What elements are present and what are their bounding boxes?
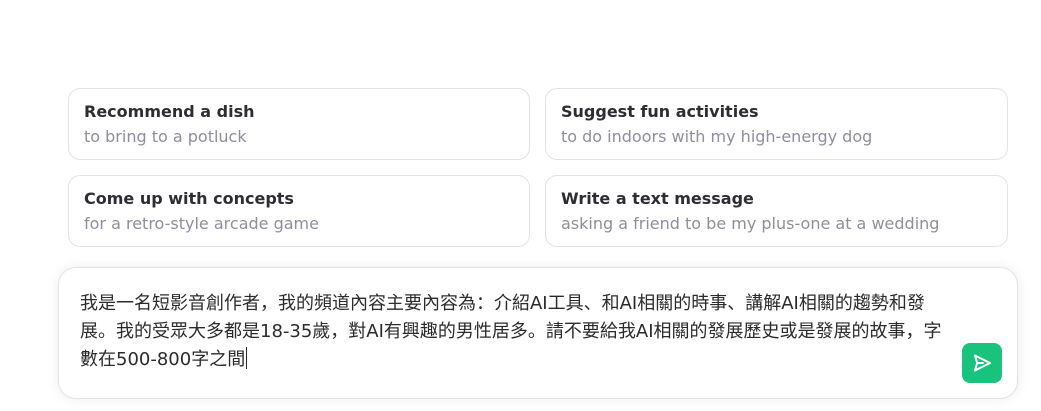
suggestion-subtitle: for a retro-style arcade game (84, 214, 319, 233)
suggestion-title: Suggest fun activities (561, 102, 759, 121)
text-caret (246, 347, 248, 369)
chat-page: Recommend a dish to bring to a potluck S… (0, 0, 1041, 411)
suggestion-card-concepts[interactable]: Come up with concepts for a retro-style … (68, 175, 530, 247)
suggestion-card-text-message[interactable]: Write a text message asking a friend to … (545, 175, 1008, 247)
suggestion-subtitle: to bring to a potluck (84, 127, 247, 146)
send-icon (972, 353, 992, 373)
send-button[interactable] (962, 343, 1002, 383)
suggestion-title: Come up with concepts (84, 189, 294, 208)
suggestion-card-fun-activities[interactable]: Suggest fun activities to do indoors wit… (545, 88, 1008, 160)
suggestion-subtitle: asking a friend to be my plus-one at a w… (561, 214, 940, 233)
message-input[interactable]: 我是一名短影音創作者，我的頻道內容主要內容為：介紹AI工具、和AI相關的時事、講… (80, 290, 958, 374)
suggestion-title: Recommend a dish (84, 102, 255, 121)
message-input-text: 我是一名短影音創作者，我的頻道內容主要內容為：介紹AI工具、和AI相關的時事、講… (80, 293, 942, 370)
suggestion-card-recommend-dish[interactable]: Recommend a dish to bring to a potluck (68, 88, 530, 160)
suggestion-title: Write a text message (561, 189, 754, 208)
suggestion-subtitle: to do indoors with my high-energy dog (561, 127, 873, 146)
message-composer[interactable]: 我是一名短影音創作者，我的頻道內容主要內容為：介紹AI工具、和AI相關的時事、講… (58, 267, 1018, 399)
